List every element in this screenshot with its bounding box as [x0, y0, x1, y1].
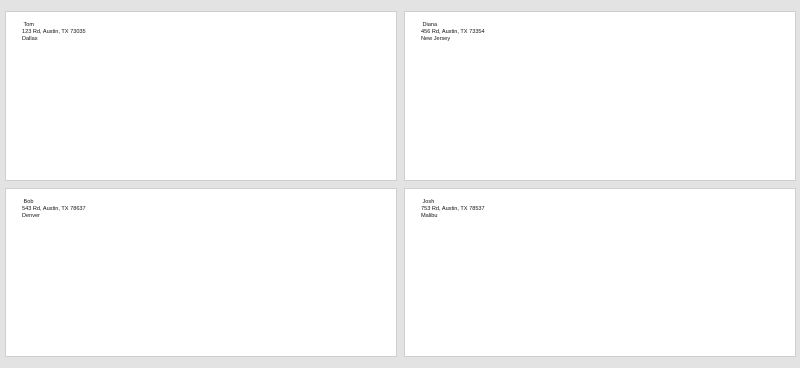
label-page[interactable]: Josh 753 Rd, Austin, TX 78537 Malibu	[404, 188, 796, 357]
street-address: 123 Rd, Austin, TX 73035	[22, 29, 86, 35]
city: Denver	[22, 213, 41, 219]
label-page[interactable]: Tom 123 Rd, Austin, TX 73035 Dallas	[5, 11, 397, 181]
address-block: Diana 456 Rd, Austin, TX 73354 New Jerse…	[421, 22, 485, 43]
address-block: Bob 543 Rd, Austin, TX 78637 Denver	[22, 199, 86, 220]
city: Dallas	[22, 36, 38, 42]
city: Malibu	[421, 213, 438, 219]
recipient-name: Diana	[422, 22, 438, 28]
recipient-name: Bob	[23, 199, 34, 205]
street-address: 753 Rd, Austin, TX 78537	[421, 206, 485, 212]
document-workspace: Tom 123 Rd, Austin, TX 73035 Dallas Dian…	[0, 0, 800, 368]
label-page[interactable]: Bob 543 Rd, Austin, TX 78637 Denver	[5, 188, 397, 357]
recipient-name: Tom	[23, 22, 35, 28]
label-page[interactable]: Diana 456 Rd, Austin, TX 73354 New Jerse…	[404, 11, 796, 181]
street-address: 543 Rd, Austin, TX 78637	[22, 206, 86, 212]
address-block: Tom 123 Rd, Austin, TX 73035 Dallas	[22, 22, 86, 43]
city: New Jersey	[421, 36, 451, 42]
street-address: 456 Rd, Austin, TX 73354	[421, 29, 485, 35]
recipient-name: Josh	[422, 199, 435, 205]
address-block: Josh 753 Rd, Austin, TX 78537 Malibu	[421, 199, 485, 220]
